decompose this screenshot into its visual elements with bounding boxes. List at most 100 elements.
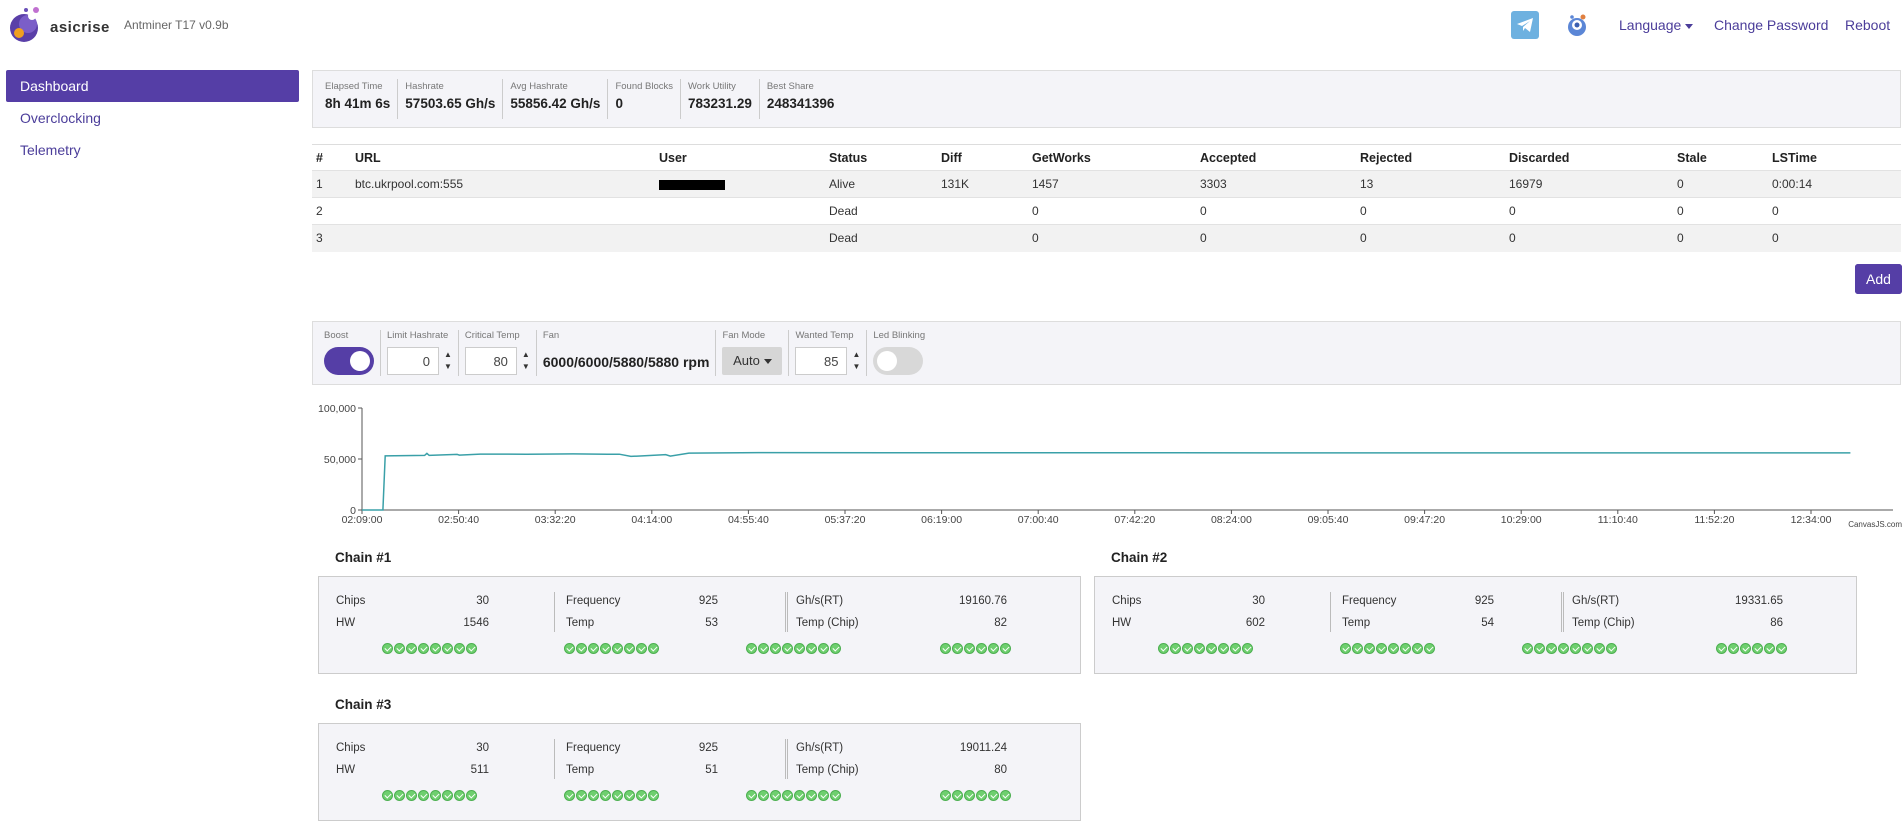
critical-temp-input[interactable]	[464, 347, 517, 375]
sidebar-item-telemetry[interactable]: Telemetry	[6, 134, 299, 166]
check-circle-icon	[442, 790, 453, 801]
x-tick-label: 07:00:40	[1018, 514, 1059, 526]
check-circle-icon	[952, 790, 963, 801]
table-row[interactable]: 3 Dead 0 0 0 0 0 0	[312, 224, 1901, 252]
check-circle-icon	[466, 643, 477, 654]
sidebar: Dashboard Overclocking Telemetry	[6, 70, 299, 166]
x-tick-label: 04:55:40	[728, 514, 769, 526]
check-circle-icon	[1218, 643, 1229, 654]
x-tick-label: 06:19:00	[921, 514, 962, 526]
reboot-link[interactable]: Reboot	[1845, 17, 1890, 33]
stat-avg-hashrate: Avg Hashrate 55856.42 Gh/s	[503, 79, 609, 119]
add-pool-button[interactable]: Add Pool	[1855, 264, 1902, 317]
column-divider	[1561, 592, 1562, 632]
cell	[655, 224, 825, 252]
check-circle-icon	[940, 790, 951, 801]
chain-value-chips: 30	[476, 742, 489, 754]
arrow-down-icon[interactable]: ▼	[852, 361, 860, 373]
arrow-up-icon[interactable]: ▲	[852, 349, 860, 361]
arrow-up-icon[interactable]: ▲	[444, 349, 452, 361]
stats-panel: Elapsed Time 8h 41m 6s Hashrate 57503.65…	[312, 70, 1901, 128]
limit-hashrate-input[interactable]	[387, 347, 439, 375]
check-circle-icon	[636, 643, 647, 654]
led-blinking-toggle[interactable]	[873, 347, 924, 375]
column-divider	[787, 739, 788, 779]
chain-value-chips: 30	[476, 595, 489, 607]
boost-toggle[interactable]	[324, 347, 374, 375]
check-circle-icon	[430, 643, 441, 654]
check-circle-icon	[1570, 643, 1581, 654]
critical-temp-label: Critical Temp	[464, 330, 520, 341]
arrow-down-icon[interactable]: ▼	[444, 361, 452, 373]
check-circle-icon	[1000, 790, 1011, 801]
wanted-temp-label: Wanted Temp	[795, 330, 854, 341]
telegram-icon[interactable]	[1511, 11, 1539, 39]
x-tick-label: 02:50:40	[438, 514, 479, 526]
stat-value: 783231.29	[688, 96, 752, 111]
cell: 0	[1673, 170, 1768, 198]
cell	[937, 197, 1028, 225]
redacted-user	[659, 179, 725, 190]
chain-value-temp: 54	[1481, 617, 1494, 629]
cell: 0	[1356, 224, 1505, 252]
chain-value-frequency: 925	[1474, 595, 1494, 607]
boost-control: Boost	[318, 330, 381, 376]
stat-best-share: Best Share 248341396	[760, 79, 842, 119]
column-divider	[787, 592, 788, 632]
fan-mode-value: Auto	[733, 353, 760, 368]
cell: Dead	[825, 197, 937, 225]
check-circle-icon	[576, 790, 587, 801]
arrow-up-icon[interactable]: ▲	[522, 349, 530, 361]
toggle-knob	[877, 351, 898, 371]
check-circle-icon	[1764, 643, 1775, 654]
chain-value-ghs-rt: 19160.76	[959, 595, 1007, 607]
language-dropdown[interactable]: Language	[1619, 17, 1694, 33]
x-tick-label: 03:32:20	[535, 514, 576, 526]
check-circle-icon	[454, 790, 465, 801]
stepper-arrows: ▲ ▼	[852, 349, 860, 373]
x-tick-label: 08:24:00	[1211, 514, 1252, 526]
stat-found-blocks: Found Blocks 0	[608, 79, 682, 119]
table-row[interactable]: 1 btc.ukrpool.com:555 Alive 131K 1457 33…	[312, 170, 1901, 198]
critical-temp-control: Critical Temp ▲▼	[459, 330, 537, 376]
col-header: Discarded	[1505, 144, 1673, 171]
wanted-temp-input[interactable]	[795, 347, 848, 375]
x-tick-label: 09:05:40	[1308, 514, 1349, 526]
check-circle-icon	[1388, 643, 1399, 654]
check-circle-icon	[1752, 643, 1763, 654]
col-header: GetWorks	[1028, 144, 1196, 171]
sidebar-item-dashboard[interactable]: Dashboard	[6, 70, 299, 102]
check-circle-icon	[1400, 643, 1411, 654]
fan-mode-label: Fan Mode	[722, 330, 766, 341]
fan-mode-dropdown[interactable]: Auto	[722, 347, 783, 375]
cell: 0	[1768, 224, 1901, 252]
mascot-icon[interactable]	[1564, 12, 1590, 38]
chain-value-temp-chip: 82	[994, 617, 1007, 629]
change-password-link[interactable]: Change Password	[1714, 17, 1828, 33]
check-circle-icon	[964, 790, 975, 801]
limit-hashrate-stepper: ▲▼	[387, 347, 452, 375]
cell: 0	[1768, 197, 1901, 225]
sidebar-item-overclocking[interactable]: Overclocking	[6, 102, 299, 134]
cell: 0:00:14	[1768, 170, 1901, 198]
check-circle-icon	[564, 790, 575, 801]
chain-title: Chain #2	[1111, 550, 1168, 565]
check-circle-icon	[564, 643, 575, 654]
cell: btc.ukrpool.com:555	[351, 170, 655, 198]
check-circle-icon	[1230, 643, 1241, 654]
check-circle-icon	[1000, 643, 1011, 654]
chip-status-group	[940, 643, 1011, 655]
cell: 1	[312, 170, 351, 198]
chain-value-frequency: 925	[698, 595, 718, 607]
cell: 0	[1673, 197, 1768, 225]
check-circle-icon	[588, 643, 599, 654]
stat-label: Hashrate	[405, 81, 444, 92]
check-circle-icon	[1522, 643, 1533, 654]
cell: 3	[312, 224, 351, 252]
cell: Alive	[825, 170, 937, 198]
cell: 3303	[1196, 170, 1356, 198]
table-row[interactable]: 2 Dead 0 0 0 0 0 0	[312, 197, 1901, 225]
arrow-down-icon[interactable]: ▼	[522, 361, 530, 373]
pools-table: # URL User Status Diff GetWorks Accepted…	[312, 144, 1901, 252]
asicrise-logo-icon[interactable]	[6, 4, 44, 44]
